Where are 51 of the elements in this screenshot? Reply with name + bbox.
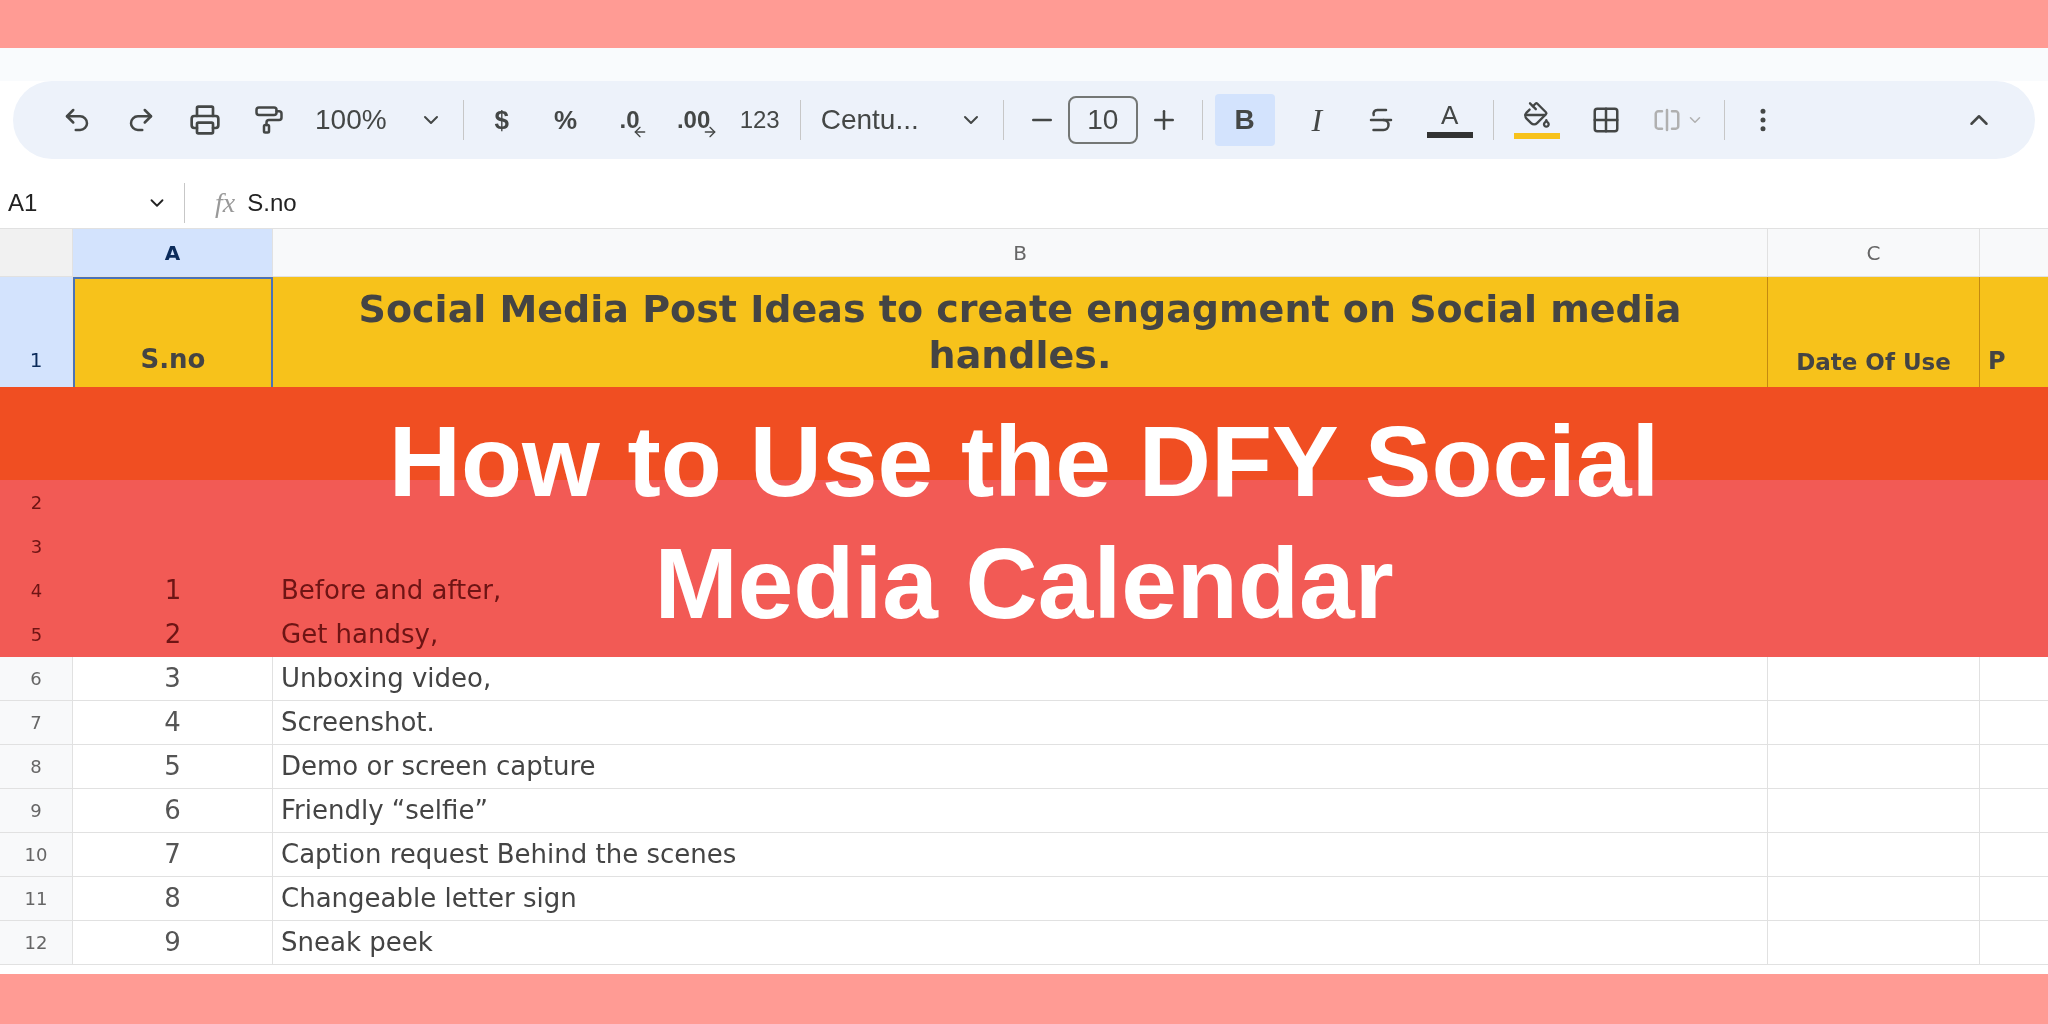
table-cell: Demo or screen capture <box>273 745 1768 789</box>
table-cell: 4 <box>73 701 273 745</box>
table-cell-text: Get handsy, <box>281 617 439 651</box>
currency-button[interactable]: $ <box>475 94 528 146</box>
table-cell: 8 <box>73 877 273 921</box>
row-header[interactable]: 8 <box>0 745 73 789</box>
row-header[interactable]: 10 <box>0 833 73 877</box>
banner-title: Media Calendar <box>654 533 1394 633</box>
row-number[interactable]: 3 <box>0 532 73 560</box>
table-cell: Screenshot. <box>273 701 1768 745</box>
function-icon: fx <box>215 181 236 224</box>
table-cell: Caption request Behind the scenes <box>273 833 1768 877</box>
row-header[interactable]: 12 <box>0 921 73 965</box>
row-header[interactable]: 7 <box>0 701 73 745</box>
table-cell-text: Before and after, <box>281 573 502 607</box>
table-cell: 3 <box>73 657 273 701</box>
name-box[interactable]: A1 <box>0 182 185 223</box>
decrease-decimal-button[interactable]: .0 <box>603 94 656 146</box>
table-cell: Date Of Use <box>1768 277 1980 387</box>
font-size-field[interactable]: 10 <box>1067 96 1138 144</box>
font-select[interactable]: Centu... <box>812 94 991 146</box>
table-cell: Social Media Post Ideas to create engagment on Social media handles. <box>273 277 1768 387</box>
table-cell-text: 1 <box>163 573 183 607</box>
row-number[interactable]: 2 <box>0 488 73 516</box>
row-number[interactable]: 5 <box>0 620 73 648</box>
row-header[interactable]: 11 <box>0 877 73 921</box>
table-cell: P <box>1980 277 2048 387</box>
zoom-select[interactable]: 100% <box>307 94 451 146</box>
row-header[interactable]: 6 <box>0 657 73 701</box>
row-header[interactable]: 9 <box>0 789 73 833</box>
italic-button[interactable]: I <box>1290 94 1343 146</box>
table-cell: Changeable letter sign <box>273 877 1768 921</box>
table-cell: Friendly “selfie” <box>273 789 1768 833</box>
table-cell: 7 <box>73 833 273 877</box>
table-cell: 6 <box>73 789 273 833</box>
percent-button[interactable]: % <box>539 94 592 146</box>
banner-title: How to Use the DFY Social <box>388 411 1660 511</box>
table-cell: S.no <box>73 277 273 387</box>
bold-button[interactable]: B <box>1214 94 1275 146</box>
table-cell: 9 <box>73 921 273 965</box>
text-color-button[interactable]: A <box>1418 94 1481 146</box>
formula-field[interactable]: S.no <box>247 184 297 221</box>
table-cell: Unboxing video, <box>273 657 1768 701</box>
row-number[interactable]: 4 <box>0 576 73 604</box>
row-header[interactable]: 1 <box>0 277 73 387</box>
table-cell: 5 <box>73 745 273 789</box>
table-cell: Sneak peek <box>273 921 1768 965</box>
column-header[interactable]: A <box>73 229 273 277</box>
table-cell-text: 2 <box>163 617 183 651</box>
increase-decimal-button[interactable]: .00 <box>667 94 720 146</box>
number-format-button[interactable]: 123 <box>731 94 788 146</box>
